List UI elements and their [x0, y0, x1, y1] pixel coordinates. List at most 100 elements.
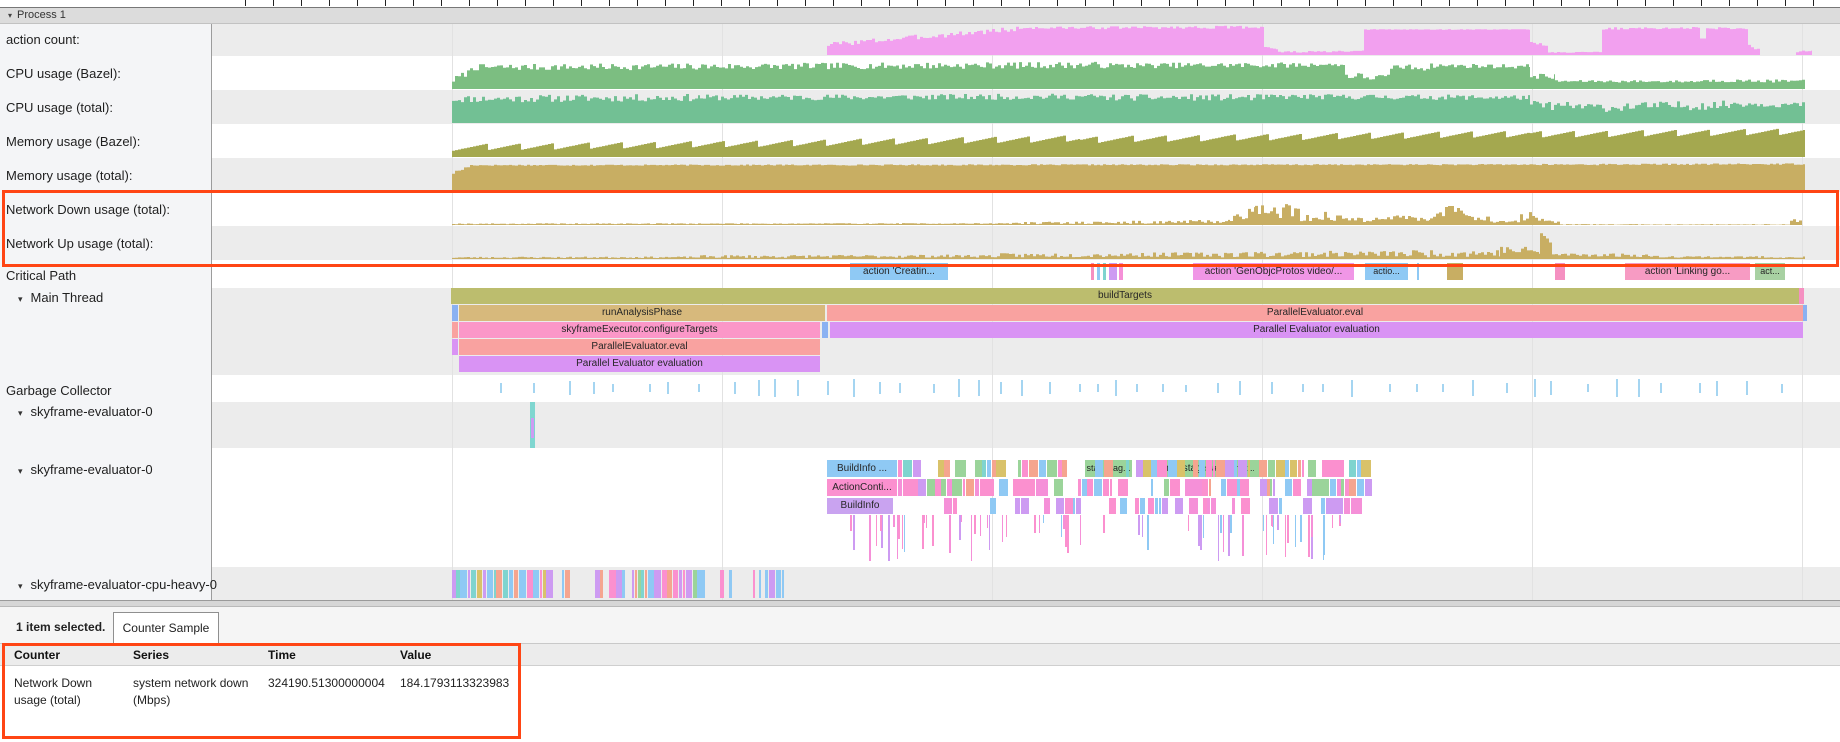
pending-slice-line[interactable]: [1142, 515, 1144, 537]
sky2-row3-dense-slice[interactable]: [1021, 498, 1029, 514]
sky2-row2-dense-slice[interactable]: [1054, 479, 1064, 496]
cpu-heavy-dense-3-slice[interactable]: [616, 570, 622, 598]
slice[interactable]: [1447, 263, 1463, 280]
net-down-counter[interactable]: [212, 192, 1840, 226]
sky2-row1-dense-slice[interactable]: [1290, 460, 1298, 477]
sky2-row3-dense-slice[interactable]: [1232, 498, 1235, 514]
sky2-row2-dense-slice[interactable]: [927, 479, 935, 496]
sky2-row2-dense-slice[interactable]: [1273, 479, 1275, 496]
pending-slice-line[interactable]: [1223, 515, 1225, 552]
sky2-row3-dense-slice[interactable]: [1162, 498, 1169, 514]
sky2-row3-dense-slice[interactable]: [1321, 498, 1325, 514]
sky2-row2-dense-slice[interactable]: [1209, 479, 1212, 496]
sky2-row1-dense-slice[interactable]: [1126, 460, 1129, 477]
cpu-heavy-dense-5-slice[interactable]: [765, 570, 768, 598]
sky2-row1-dense-slice[interactable]: [1022, 460, 1029, 477]
expander-icon[interactable]: ▾: [18, 294, 23, 305]
gc-tick[interactable]: [978, 380, 980, 397]
pending-slice-line[interactable]: [1272, 515, 1274, 527]
pending-slice-line[interactable]: [880, 515, 882, 531]
sky2-row2-dense-slice[interactable]: [1021, 479, 1030, 496]
sky2-row3-dense-slice[interactable]: [990, 498, 996, 514]
sky2-row3-dense-slice[interactable]: [1056, 498, 1064, 514]
gc-tick[interactable]: [879, 382, 881, 395]
pending-slice-line[interactable]: [1103, 515, 1105, 533]
sky2-row2-dense-slice[interactable]: [1164, 479, 1170, 496]
sky2-row3-dense-slice[interactable]: [1175, 498, 1183, 514]
gc-tick[interactable]: [1616, 379, 1618, 397]
sky2-row1-dense-slice[interactable]: [1216, 460, 1225, 477]
sky2-row2-dense-slice[interactable]: [1193, 479, 1201, 496]
slice[interactable]: action 'GenObjcProtos video/...: [1193, 263, 1354, 280]
cpu-heavy-dense-5-slice[interactable]: [776, 570, 781, 598]
expander-icon[interactable]: ▾: [18, 408, 23, 419]
pending-slice-line[interactable]: [1034, 515, 1036, 533]
pending-slice-line[interactable]: [989, 515, 991, 550]
pending-slice-line[interactable]: [926, 515, 928, 528]
expander-icon[interactable]: ▾: [18, 581, 23, 592]
gc-tick[interactable]: [1322, 384, 1324, 392]
slice[interactable]: [822, 322, 828, 338]
gc-tick[interactable]: [1351, 380, 1353, 397]
gc-tick[interactable]: [1746, 381, 1748, 394]
sky2-row3-dense-slice[interactable]: [1140, 498, 1145, 514]
sidebar-item-mem-bazel[interactable]: Memory usage (Bazel):: [6, 134, 140, 149]
cpu-heavy-dense-1-slice[interactable]: [483, 570, 486, 598]
pending-slice-line[interactable]: [1067, 515, 1069, 553]
gc-tick[interactable]: [1271, 382, 1273, 393]
sky2-row3-dense-slice[interactable]: [1109, 498, 1116, 514]
sky2-row3-dense-slice[interactable]: [1356, 498, 1362, 514]
pending-slice-line[interactable]: [888, 515, 890, 561]
sky2-row2-dense-slice[interactable]: [947, 479, 952, 496]
pending-slice-line[interactable]: [1039, 515, 1041, 533]
pending-slice-line[interactable]: [1300, 515, 1302, 542]
slice[interactable]: Parallel Evaluator evaluation: [830, 322, 1803, 338]
sky2-row1-dense-slice[interactable]: [975, 460, 982, 477]
pending-slice-line[interactable]: [1311, 515, 1313, 537]
slice[interactable]: [1417, 263, 1419, 280]
sky2-row2-dense-slice[interactable]: [1170, 479, 1180, 496]
pending-slice-line[interactable]: [1200, 515, 1202, 550]
process-group-header[interactable]: ▾Process 1: [0, 8, 1840, 24]
sidebar-item-main-thread[interactable]: ▾Main Thread: [6, 290, 103, 305]
gc-tick[interactable]: [1115, 380, 1117, 396]
track-critical-path[interactable]: [212, 260, 1840, 288]
pending-slice-line[interactable]: [980, 515, 982, 536]
pending-slice-line[interactable]: [1308, 515, 1310, 557]
sky2-row1-dense-slice[interactable]: [898, 460, 902, 477]
sky2-row2-dense-slice[interactable]: [1118, 479, 1128, 496]
gc-tick[interactable]: [1239, 381, 1241, 394]
sky2-row1-dense-slice[interactable]: [1302, 460, 1304, 477]
sky2-row3-dense-slice[interactable]: [1076, 498, 1082, 514]
cpu-heavy-dense-2-slice[interactable]: [600, 570, 603, 598]
sky2-row3-dense-slice[interactable]: [1189, 498, 1198, 514]
slice[interactable]: [452, 305, 458, 321]
slice[interactable]: ActionConti...: [827, 479, 897, 496]
sky2-row2-dense-slice[interactable]: [1285, 479, 1293, 496]
pending-slice-line[interactable]: [1287, 515, 1289, 543]
sky2-row2-dense-slice[interactable]: [910, 479, 918, 496]
cpu-heavy-dense-1-slice[interactable]: [452, 570, 456, 598]
pending-slice-line[interactable]: [1147, 515, 1149, 550]
cpu-heavy-dense-3-slice[interactable]: [697, 570, 704, 598]
gc-tick[interactable]: [1185, 385, 1187, 392]
panel-resize-handle[interactable]: [0, 600, 1840, 607]
pending-slice-line[interactable]: [1266, 515, 1268, 555]
slice[interactable]: action 'Creatin...: [850, 263, 948, 280]
sky2-row2-dense-slice[interactable]: [935, 479, 941, 496]
gc-tick[interactable]: [1000, 382, 1002, 394]
gc-tick[interactable]: [1638, 379, 1640, 397]
sky2-row3-dense-slice[interactable]: [1135, 498, 1139, 514]
pending-slice-line[interactable]: [876, 515, 878, 546]
cpu-heavy-dense-1-slice[interactable]: [477, 570, 482, 598]
pending-slice-line[interactable]: [1188, 515, 1190, 531]
gc-tick[interactable]: [698, 384, 700, 393]
slice[interactable]: [1109, 263, 1117, 280]
sky2-row1-dense-slice[interactable]: [1104, 460, 1113, 477]
sky2-row2-dense-slice[interactable]: [1312, 479, 1321, 496]
cpu-heavy-dense-1-slice[interactable]: [519, 570, 526, 598]
gc-tick[interactable]: [758, 380, 760, 397]
slice[interactable]: [1091, 263, 1094, 280]
sky2-row1-dense-slice[interactable]: [1151, 460, 1157, 477]
gc-tick[interactable]: [933, 384, 935, 393]
